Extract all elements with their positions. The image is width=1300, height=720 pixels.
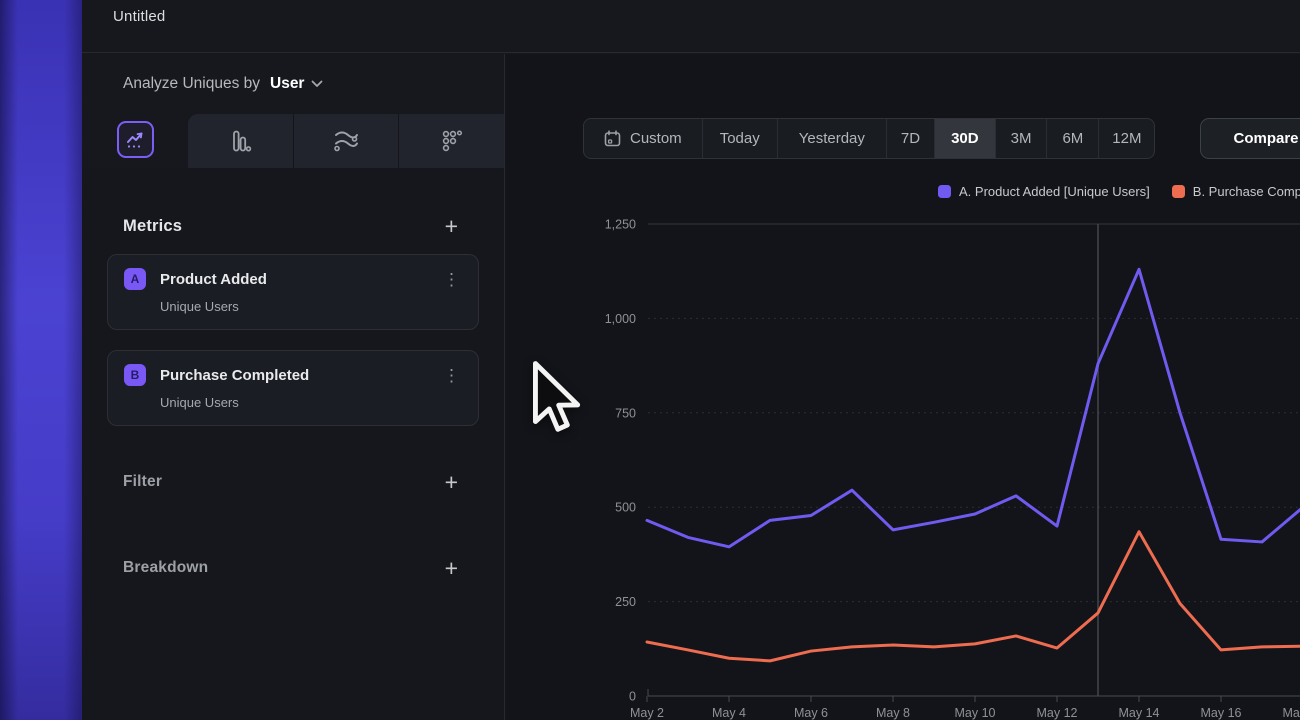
flow-icon [332, 128, 360, 154]
chart-type-tabgroup [188, 114, 504, 168]
app-window: Untitled Analyze Uniques by User [82, 0, 1300, 720]
y-axis-label: 750 [615, 406, 636, 420]
series-line-a[interactable] [647, 269, 1300, 547]
analyze-header: Analyze Uniques by User [82, 54, 504, 114]
metric-menu-icon[interactable]: ⋮ [441, 367, 462, 384]
x-axis-label: May 4 [712, 706, 746, 720]
filter-section-header: Filter + [82, 472, 504, 492]
metric-menu-icon[interactable]: ⋮ [441, 271, 462, 288]
x-axis-label: May 14 [1119, 706, 1160, 720]
report-title[interactable]: Untitled [113, 8, 165, 25]
top-bar: Untitled [82, 0, 1300, 53]
add-metric-button[interactable]: + [445, 216, 458, 236]
metric-cards: A Product Added ⋮ Unique Users B Purchas… [82, 236, 504, 426]
add-filter-button[interactable]: + [445, 472, 458, 492]
tab-bar-chart[interactable] [188, 114, 293, 168]
mouse-cursor-icon [532, 360, 582, 436]
x-axis-label: May 16 [1201, 706, 1242, 720]
metric-aggregation[interactable]: Unique Users [160, 299, 462, 314]
metrics-section-header: Metrics + [82, 216, 504, 236]
y-axis-label: 250 [615, 595, 636, 609]
tab-flow-chart[interactable] [293, 114, 399, 168]
metric-aggregation[interactable]: Unique Users [160, 395, 462, 410]
metric-badge-a: A [124, 268, 146, 290]
tab-line-chart[interactable] [117, 121, 154, 158]
y-axis-label: 1,250 [605, 218, 636, 232]
breakdown-section-header: Breakdown + [82, 558, 504, 578]
analyze-entity-dropdown[interactable]: User [270, 75, 323, 93]
analyze-entity-value: User [270, 75, 304, 93]
metric-card-a[interactable]: A Product Added ⋮ Unique Users [107, 254, 479, 330]
analyze-label: Analyze Uniques by [123, 75, 260, 93]
x-axis-label: May 2 [630, 706, 664, 720]
bar-chart-icon [227, 128, 253, 154]
filter-title: Filter [123, 473, 162, 491]
x-axis-label: May 10 [955, 706, 996, 720]
chart-panel: CustomTodayYesterday7D30D3M6M12M Compare… [505, 54, 1300, 720]
line-chart-icon [125, 129, 146, 150]
series-line-b[interactable] [647, 532, 1300, 661]
metric-card-b[interactable]: B Purchase Completed ⋮ Unique Users [107, 350, 479, 426]
line-chart[interactable]: 0 250 500 750 1,000 1,250 May 2 May 4 May 6 May 8… [505, 54, 1300, 720]
content: Analyze Uniques by User [82, 54, 1300, 720]
screen: Untitled Analyze Uniques by User [0, 0, 1300, 720]
x-axis-label: May 6 [794, 706, 828, 720]
add-breakdown-button[interactable]: + [445, 558, 458, 578]
metric-name: Purchase Completed [160, 367, 441, 384]
desktop-background-gradient [0, 0, 82, 720]
chevron-down-icon [311, 80, 323, 88]
y-axis-label: 0 [629, 690, 636, 704]
tab-scatter-cohort[interactable] [398, 114, 504, 168]
y-axis-label: 500 [615, 501, 636, 515]
query-sidebar: Analyze Uniques by User [82, 54, 505, 720]
x-axis-label: May 12 [1037, 706, 1078, 720]
metrics-title: Metrics [123, 217, 182, 236]
x-axis-label: May 8 [876, 706, 910, 720]
breakdown-title: Breakdown [123, 559, 208, 577]
metric-badge-b: B [124, 364, 146, 386]
metric-name: Product Added [160, 271, 441, 288]
y-axis-label: 1,000 [605, 312, 636, 326]
sidebar-body: Metrics + A Product Added ⋮ Unique Users [82, 168, 504, 720]
x-axis-label: May 18 [1283, 706, 1300, 720]
chart-type-tabbar [82, 114, 504, 168]
scatter-dots-icon [439, 128, 465, 154]
